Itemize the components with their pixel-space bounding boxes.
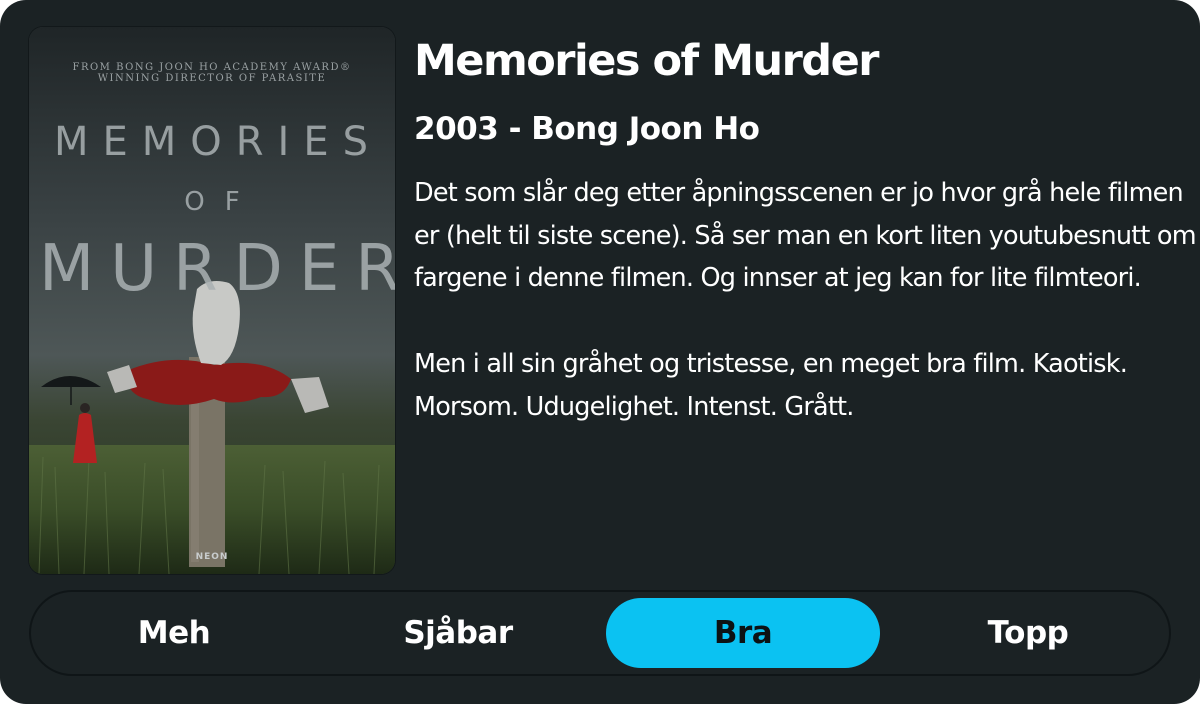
movie-poster: FROM BONG JOON HO ACADEMY AWARD® WINNING…: [29, 27, 395, 574]
rating-option-bra[interactable]: Bra: [606, 598, 880, 668]
rating-option-meh[interactable]: Meh: [37, 598, 311, 668]
movie-review-card: FROM BONG JOON HO ACADEMY AWARD® WINNING…: [0, 0, 1200, 704]
rating-option-topp[interactable]: Topp: [891, 598, 1165, 668]
poster-credit-line-1: FROM BONG JOON HO ACADEMY AWARD®: [72, 62, 352, 73]
movie-year-director: 2003 - Bong Joon Ho: [414, 111, 760, 147]
review-paragraph: Men i all sin gråhet og tristesse, en me…: [414, 348, 1128, 422]
poster-title-line-2: OF: [184, 187, 260, 217]
poster-studio-logo: NEON: [195, 552, 229, 562]
poster-credit-line-2: WINNING DIRECTOR OF PARASITE: [97, 73, 327, 84]
rating-option-sjabar[interactable]: Sjåbar: [321, 598, 595, 668]
review-paragraph: Det som slår deg etter åpningsscenen er …: [414, 178, 1197, 294]
movie-title: Memories of Murder: [414, 36, 879, 86]
poster-title-line-1: MEMORIES: [53, 119, 383, 165]
review-text: Det som slår deg etter åpningsscenen er …: [414, 172, 1200, 428]
poster-title-line-3: MURDER: [39, 232, 395, 306]
rating-selector: Meh Sjåbar Bra Topp: [29, 590, 1171, 676]
